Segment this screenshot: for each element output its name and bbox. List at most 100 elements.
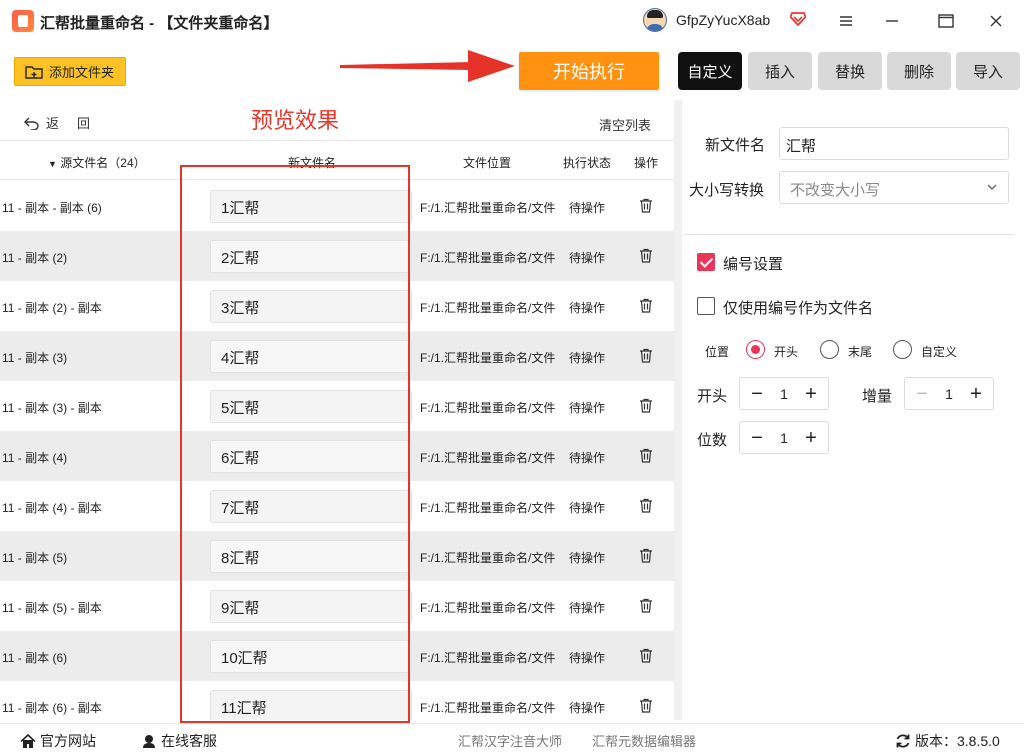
column-source[interactable]: ▼ 源文件名（24） — [48, 154, 146, 171]
position-start-label: 开头 — [774, 345, 799, 359]
trash-icon[interactable] — [639, 698, 653, 713]
only-number-checkbox[interactable] — [697, 297, 715, 315]
tab-insert[interactable]: 插入 — [748, 52, 812, 90]
website-link[interactable]: 官方网站 — [20, 731, 96, 751]
row-new-name: 6汇帮 — [210, 440, 412, 473]
table-row[interactable]: 11 - 副本 (5) 8汇帮 F:/1.汇帮批量重命名/文件 待操作 — [0, 531, 674, 581]
trash-icon[interactable] — [639, 398, 653, 413]
row-new-name: 5汇帮 — [210, 390, 412, 423]
start-button[interactable]: 开始执行 — [519, 52, 659, 90]
digits-value[interactable]: 1 — [780, 430, 788, 446]
row-status: 待操作 — [569, 701, 606, 715]
tab-import[interactable]: 导入 — [956, 52, 1020, 90]
clear-list-button[interactable]: 清空列表 — [599, 115, 651, 134]
position-radio-start[interactable] — [746, 340, 765, 359]
decrement-button[interactable]: − — [748, 428, 766, 448]
row-location: F:/1.汇帮批量重命名/文件 — [420, 251, 556, 265]
increment-value[interactable]: 1 — [945, 386, 953, 402]
support-link[interactable]: 在线客服 — [141, 731, 217, 751]
row-location: F:/1.汇帮批量重命名/文件 — [420, 201, 556, 215]
table-row[interactable]: 11 - 副本 (2) 2汇帮 F:/1.汇帮批量重命名/文件 待操作 — [0, 231, 674, 281]
table-row[interactable]: 11 - 副本 (3) 4汇帮 F:/1.汇帮批量重命名/文件 待操作 — [0, 331, 674, 381]
vip-diamond-icon — [790, 12, 806, 26]
row-source: 11 - 副本 (6) — [2, 651, 68, 665]
tab-replace[interactable]: 替换 — [818, 52, 882, 90]
chevron-down-icon — [987, 184, 997, 190]
row-location: F:/1.汇帮批量重命名/文件 — [420, 451, 556, 465]
avatar[interactable] — [643, 8, 667, 32]
row-status: 待操作 — [569, 301, 606, 315]
panel-divider — [674, 100, 682, 720]
maximize-icon[interactable] — [934, 10, 958, 32]
tab-custom[interactable]: 自定义 — [678, 52, 742, 90]
settings-divider — [684, 234, 1014, 235]
row-new-name: 8汇帮 — [210, 540, 412, 573]
minimize-icon[interactable] — [880, 10, 904, 32]
start-number-label: 开头 — [697, 388, 728, 405]
row-status: 待操作 — [569, 251, 606, 265]
tab-delete[interactable]: 删除 — [887, 52, 951, 90]
row-location: F:/1.汇帮批量重命名/文件 — [420, 651, 556, 665]
table-row[interactable]: 11 - 副本 (4) - 副本 7汇帮 F:/1.汇帮批量重命名/文件 待操作 — [0, 481, 674, 531]
start-number-stepper[interactable]: − 1 + — [739, 377, 829, 410]
trash-icon[interactable] — [639, 248, 653, 263]
table-row[interactable]: 11 - 副本 (5) - 副本 9汇帮 F:/1.汇帮批量重命名/文件 待操作 — [0, 581, 674, 631]
trash-icon[interactable] — [639, 648, 653, 663]
table-row[interactable]: 11 - 副本 (4) 6汇帮 F:/1.汇帮批量重命名/文件 待操作 — [0, 431, 674, 481]
preview-annotation: 预览效果 — [251, 108, 340, 133]
row-new-name: 3汇帮 — [210, 290, 412, 323]
numbering-checkbox[interactable] — [697, 253, 715, 271]
row-status: 待操作 — [569, 501, 606, 515]
increment-button[interactable]: + — [802, 428, 820, 448]
app-logo-icon — [12, 10, 34, 32]
digits-label: 位数 — [697, 432, 728, 449]
numbering-label: 编号设置 — [723, 256, 784, 273]
case-select[interactable]: 不改变大小写 — [779, 171, 1009, 204]
pinyin-tool-link[interactable]: 汇帮汉字注音大师 — [458, 731, 562, 750]
trash-icon[interactable] — [639, 598, 653, 613]
position-radio-custom[interactable] — [893, 340, 912, 359]
trash-icon[interactable] — [639, 298, 653, 313]
table-row[interactable]: 11 - 副本 (2) - 副本 3汇帮 F:/1.汇帮批量重命名/文件 待操作 — [0, 281, 674, 331]
file-list[interactable]: 11 - 副本 - 副本 (6) 1汇帮 F:/1.汇帮批量重命名/文件 待操作… — [0, 181, 674, 720]
row-new-name: 2汇帮 — [210, 240, 412, 273]
digits-stepper[interactable]: − 1 + — [739, 421, 829, 454]
decrement-button[interactable]: − — [913, 384, 931, 404]
table-header: ▼ 源文件名（24） 新文件名 文件位置 执行状态 操作 — [0, 140, 674, 180]
row-location: F:/1.汇帮批量重命名/文件 — [420, 551, 556, 565]
sort-down-icon: ▼ — [48, 159, 57, 169]
start-number-value[interactable]: 1 — [780, 386, 788, 402]
table-row[interactable]: 11 - 副本 (6) - 副本 11汇帮 F:/1.汇帮批量重命名/文件 待操… — [0, 681, 674, 720]
case-select-value: 不改变大小写 — [790, 182, 881, 199]
decrement-button[interactable]: − — [748, 384, 766, 404]
table-row[interactable]: 11 - 副本 (6) 10汇帮 F:/1.汇帮批量重命名/文件 待操作 — [0, 631, 674, 681]
row-status: 待操作 — [569, 601, 606, 615]
increment-button[interactable]: + — [967, 384, 985, 404]
trash-icon[interactable] — [639, 448, 653, 463]
trash-icon[interactable] — [639, 548, 653, 563]
menu-icon[interactable] — [834, 10, 858, 32]
version-info[interactable]: 版本：3.8.5.0 — [895, 731, 1000, 751]
trash-icon[interactable] — [639, 348, 653, 363]
table-row[interactable]: 11 - 副本 - 副本 (6) 1汇帮 F:/1.汇帮批量重命名/文件 待操作 — [0, 181, 674, 231]
row-new-name: 9汇帮 — [210, 590, 412, 623]
row-source: 11 - 副本 - 副本 (6) — [2, 201, 102, 215]
position-radio-end[interactable] — [820, 340, 839, 359]
increment-button[interactable]: + — [802, 384, 820, 404]
username[interactable]: GfpZyYucX8ab — [676, 12, 770, 28]
column-location: 文件位置 — [463, 156, 512, 170]
home-icon — [20, 733, 36, 748]
back-button[interactable]: 返 回 — [24, 113, 90, 132]
table-row[interactable]: 11 - 副本 (3) - 副本 5汇帮 F:/1.汇帮批量重命名/文件 待操作 — [0, 381, 674, 431]
row-source: 11 - 副本 (6) - 副本 — [2, 701, 102, 715]
window-title: 汇帮批量重命名 - 【文件夹重命名】 — [40, 15, 279, 32]
position-label: 位置 — [705, 345, 730, 359]
close-icon[interactable] — [984, 10, 1008, 32]
new-name-input[interactable]: 汇帮 — [779, 127, 1009, 160]
metadata-tool-link[interactable]: 汇帮元数据编辑器 — [592, 731, 696, 750]
arrow-annotation-icon — [340, 50, 515, 82]
increment-stepper[interactable]: − 1 + — [904, 377, 994, 410]
trash-icon[interactable] — [639, 498, 653, 513]
trash-icon[interactable] — [639, 198, 653, 213]
add-folder-button[interactable]: 添加文件夹 — [14, 57, 126, 86]
